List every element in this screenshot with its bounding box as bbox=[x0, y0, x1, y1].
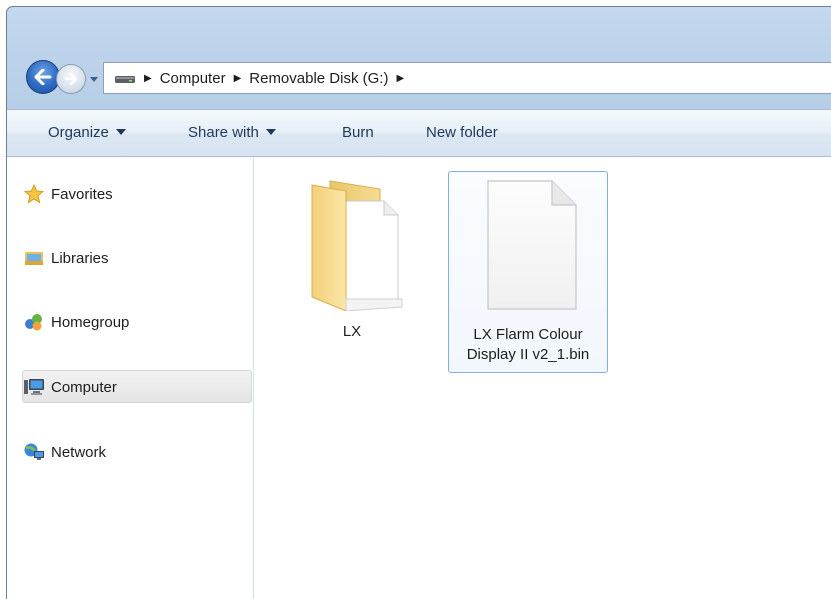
nav-label: Homegroup bbox=[51, 313, 130, 331]
folder-item-lx[interactable]: LX bbox=[288, 171, 416, 361]
back-arrow-icon bbox=[34, 69, 52, 85]
generic-file-icon bbox=[487, 180, 577, 310]
burn-button[interactable]: Burn bbox=[342, 124, 374, 141]
file-name-line-1: LX Flarm Colour bbox=[473, 326, 583, 343]
libraries-icon bbox=[23, 247, 45, 269]
nav-item-libraries[interactable]: Libraries bbox=[23, 243, 109, 273]
nav-item-homegroup[interactable]: Homegroup bbox=[23, 307, 129, 337]
organize-button[interactable]: Organize bbox=[48, 124, 126, 141]
burn-label: Burn bbox=[342, 124, 374, 141]
share-with-button[interactable]: Share with bbox=[188, 124, 276, 141]
back-button[interactable] bbox=[26, 60, 60, 94]
new-folder-button[interactable]: New folder bbox=[426, 124, 498, 141]
forward-button[interactable] bbox=[56, 64, 86, 94]
command-bar: Organize Share with Burn New folder bbox=[7, 109, 831, 157]
forward-arrow-icon bbox=[64, 73, 78, 85]
breadcrumb-separator-icon[interactable]: ▶ bbox=[234, 73, 242, 84]
nav-label: Computer bbox=[51, 378, 117, 396]
nav-label: Libraries bbox=[51, 249, 109, 267]
breadcrumb-separator-icon[interactable]: ▶ bbox=[144, 73, 152, 84]
file-name-line-2: Display II v2_1.bin bbox=[466, 346, 590, 363]
chevron-down-icon bbox=[115, 129, 126, 136]
file-name: LX bbox=[342, 323, 362, 340]
nav-item-computer[interactable]: Computer bbox=[23, 372, 117, 402]
navigation-pane[interactable]: Favorites Libraries Homegroup Computer N bbox=[7, 157, 254, 599]
folder-icon bbox=[311, 180, 403, 311]
network-icon bbox=[23, 441, 45, 463]
breadcrumb-computer[interactable]: Computer bbox=[160, 70, 226, 87]
organize-label: Organize bbox=[48, 124, 109, 141]
star-icon bbox=[23, 183, 45, 205]
removable-drive-icon bbox=[115, 76, 135, 83]
breadcrumb-separator-icon[interactable]: ▶ bbox=[396, 73, 404, 84]
new-folder-label: New folder bbox=[426, 124, 498, 141]
explorer-window: ▶ Computer ▶ Removable Disk (G:) ▶ Organ… bbox=[6, 6, 831, 599]
nav-label: Favorites bbox=[51, 185, 113, 203]
share-with-label: Share with bbox=[188, 124, 259, 141]
address-bar[interactable]: ▶ Computer ▶ Removable Disk (G:) ▶ bbox=[103, 62, 831, 94]
homegroup-icon bbox=[23, 311, 45, 333]
computer-icon bbox=[23, 376, 45, 398]
nav-item-network[interactable]: Network bbox=[23, 437, 106, 467]
file-item-lx-flarm-bin[interactable]: LX Flarm Colour Display II v2_1.bin bbox=[452, 177, 604, 371]
breadcrumb-removable-disk[interactable]: Removable Disk (G:) bbox=[249, 70, 388, 87]
nav-item-favorites[interactable]: Favorites bbox=[23, 179, 113, 209]
address-row: ▶ Computer ▶ Removable Disk (G:) ▶ bbox=[7, 7, 831, 109]
file-list-pane[interactable]: LX LX Flarm Colour Display II v2_1.bin bbox=[254, 157, 831, 599]
nav-label: Network bbox=[51, 443, 107, 461]
chevron-down-icon bbox=[265, 129, 276, 136]
recent-pages-dropdown-icon[interactable] bbox=[89, 74, 99, 84]
